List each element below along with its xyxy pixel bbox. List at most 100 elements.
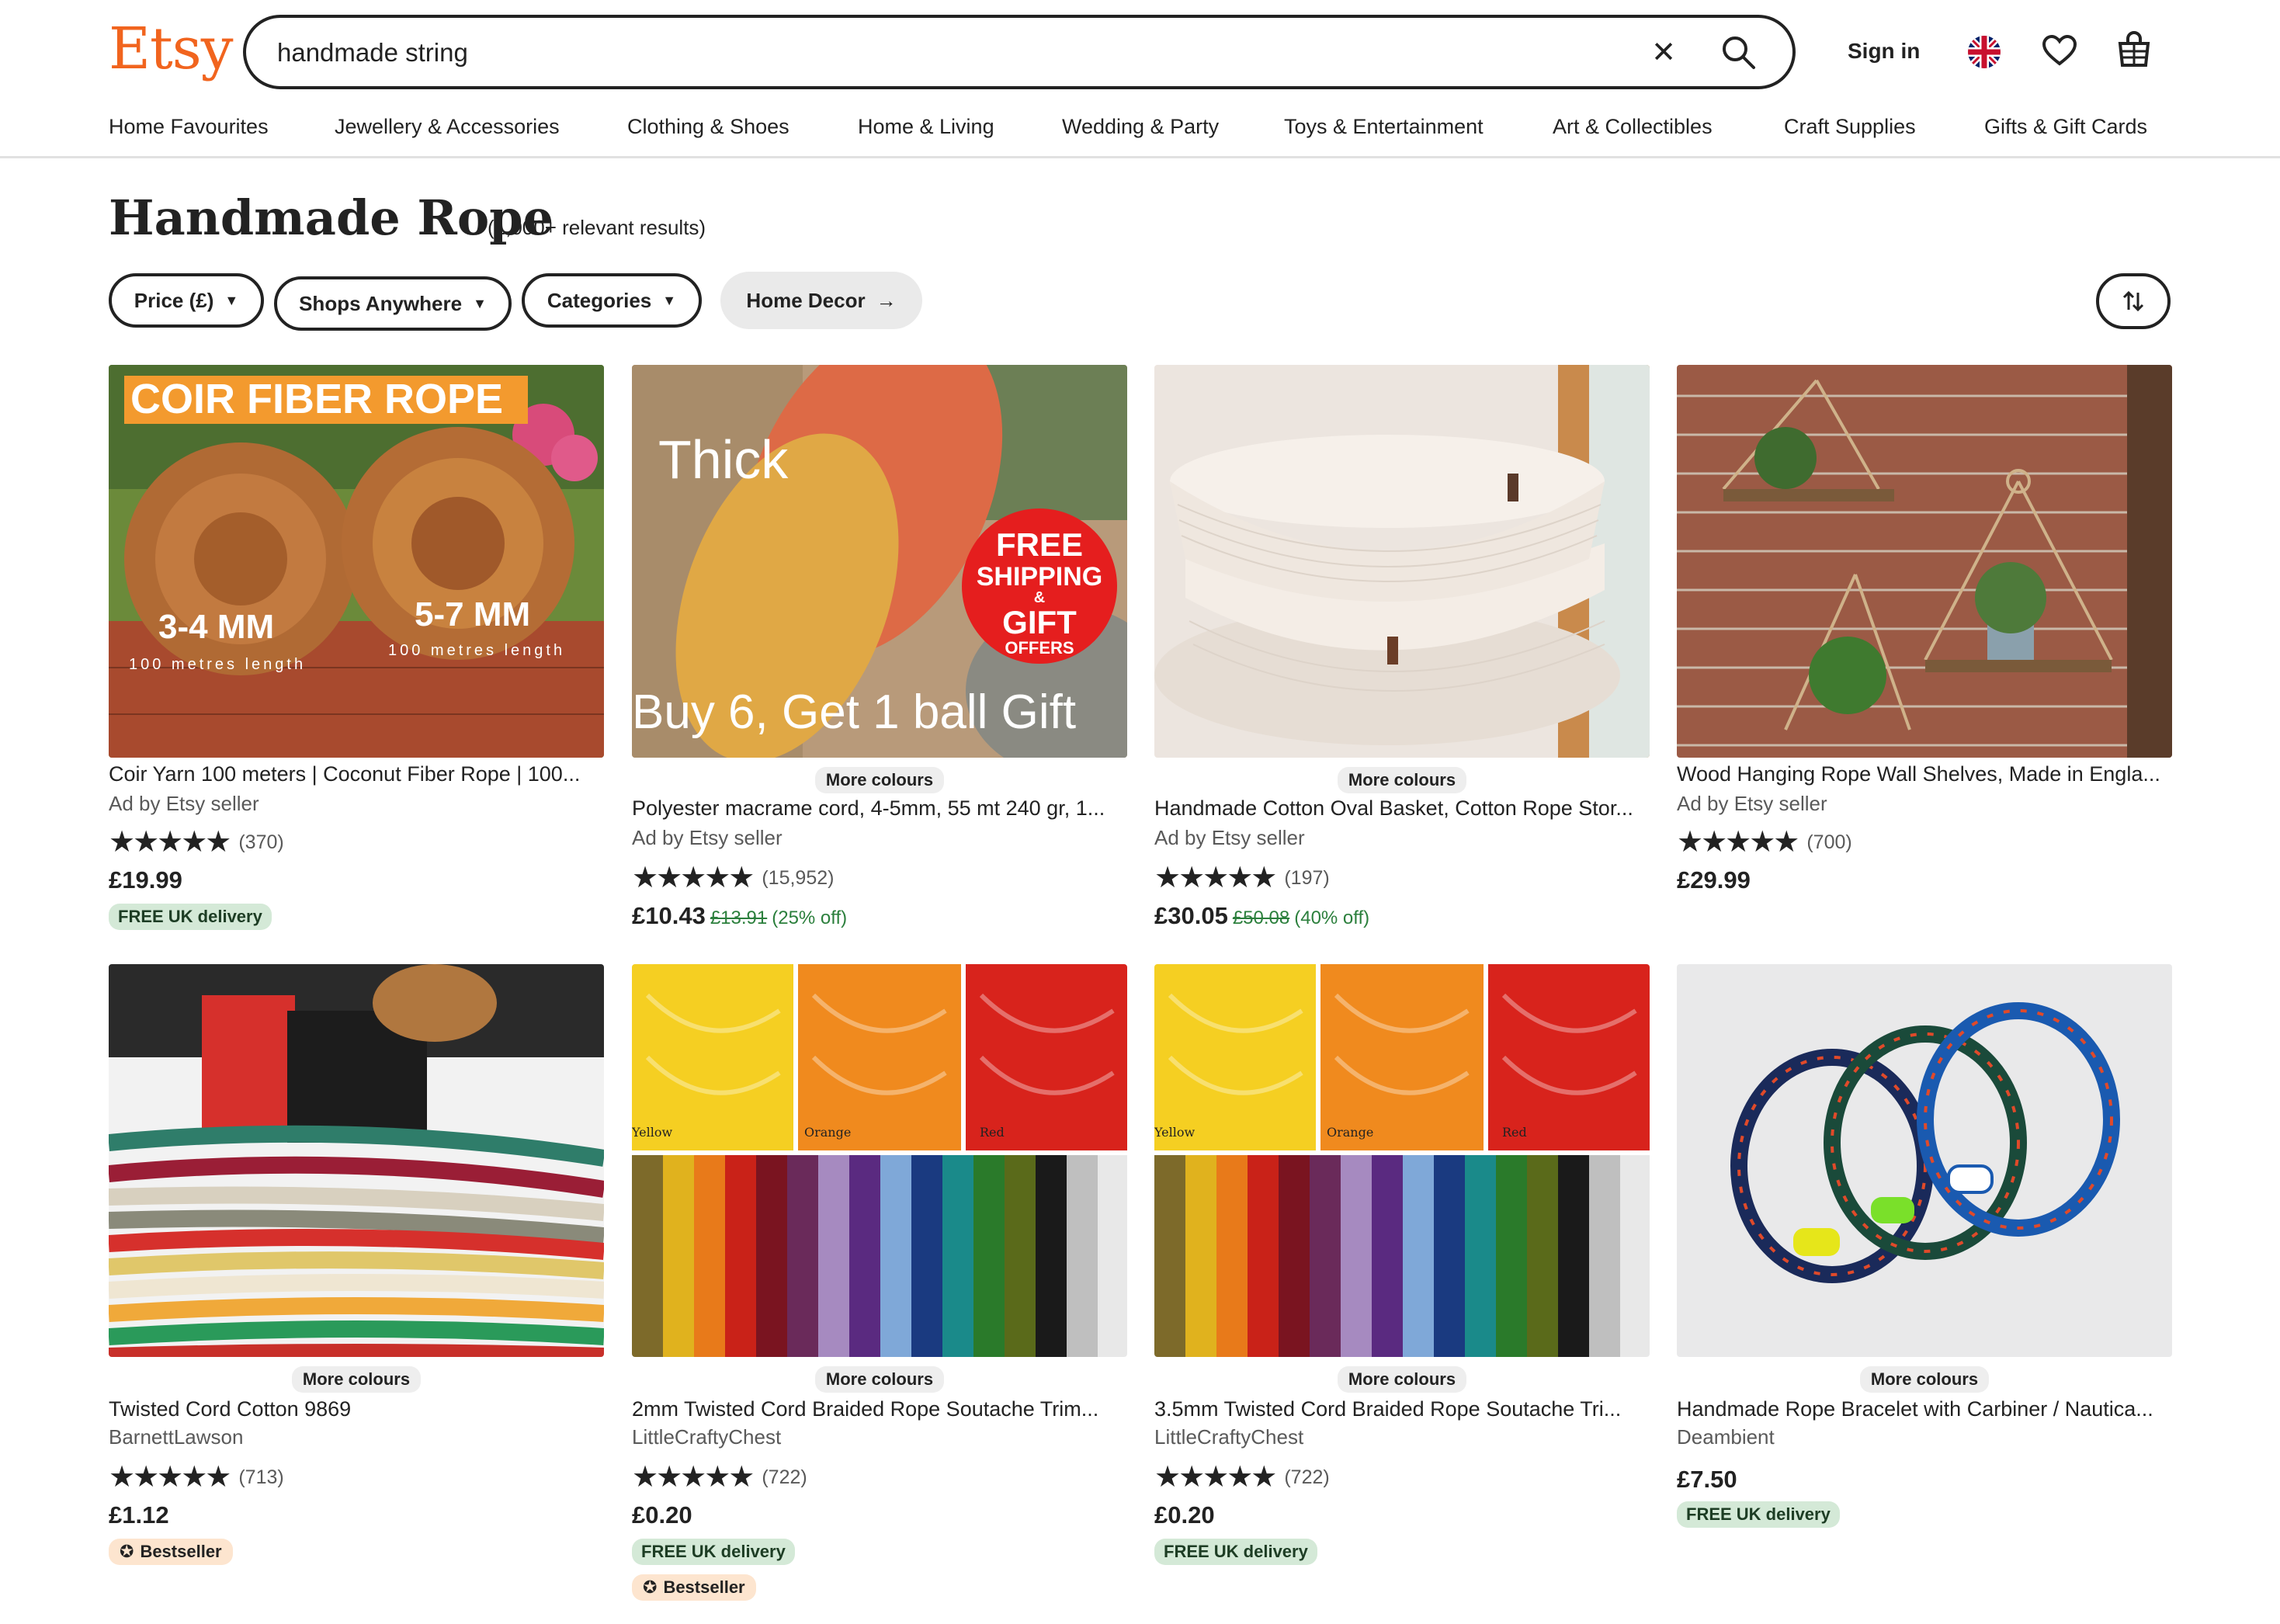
seller-name: Ad by Etsy seller bbox=[109, 792, 259, 815]
more-colours-tag: More colours bbox=[109, 1366, 604, 1393]
review-count: (722) bbox=[1284, 1466, 1330, 1488]
seller-name: Ad by Etsy seller bbox=[1154, 826, 1305, 849]
nav-craft-supplies[interactable]: Craft Supplies bbox=[1784, 115, 1916, 139]
award-icon: ✪ bbox=[120, 1542, 134, 1561]
rating: ★★★★★ (722) bbox=[1154, 1463, 1330, 1492]
nav-toys[interactable]: Toys & Entertainment bbox=[1284, 115, 1484, 139]
basket-icon[interactable] bbox=[2117, 31, 2151, 68]
product-title[interactable]: Handmade Cotton Oval Basket, Cotton Rope… bbox=[1154, 796, 1650, 821]
product-image[interactable] bbox=[1677, 365, 2172, 758]
search-bar[interactable]: handmade string ✕ bbox=[243, 15, 1796, 89]
product-title[interactable]: Polyester macrame cord, 4-5mm, 55 mt 240… bbox=[632, 796, 1127, 821]
price: £0.20 bbox=[632, 1501, 692, 1529]
svg-text:Orange: Orange bbox=[804, 1125, 851, 1140]
uk-flag-icon[interactable] bbox=[1968, 36, 2001, 68]
more-colours-tag: More colours bbox=[1154, 1366, 1650, 1393]
seller-name: Ad by Etsy seller bbox=[1677, 792, 1827, 815]
svg-text:100 metres length: 100 metres length bbox=[129, 656, 306, 673]
shops-filter-label: Shops Anywhere bbox=[299, 291, 463, 315]
arrow-right-icon: → bbox=[876, 288, 897, 312]
nav-home-favourites[interactable]: Home Favourites bbox=[109, 115, 269, 139]
price: £7.50 bbox=[1677, 1466, 1737, 1493]
more-colours-tag: More colours bbox=[632, 1366, 1127, 1393]
results-count: (1,000+ relevant results) bbox=[488, 216, 706, 239]
image-banner-text: COIR FIBER ROPE bbox=[130, 376, 503, 422]
product-image[interactable]: Thick FREE SHIPPING & GIFT OFFERS Buy 6,… bbox=[632, 365, 1127, 758]
categories-filter-button[interactable]: Categories ▼ bbox=[522, 273, 702, 328]
product-image[interactable]: Yellow Orange Red bbox=[1154, 964, 1650, 1357]
etsy-logo[interactable]: Etsy bbox=[109, 16, 234, 82]
seller-name: LittleCraftyChest bbox=[1154, 1425, 1304, 1449]
more-colours-tag: More colours bbox=[1154, 767, 1650, 793]
product-title[interactable]: Twisted Cord Cotton 9869 bbox=[109, 1397, 604, 1421]
rating: ★★★★★ (197) bbox=[1154, 863, 1330, 893]
star-rating-icon: ★★★★★ bbox=[1154, 862, 1277, 894]
star-rating-icon: ★★★★★ bbox=[1677, 826, 1799, 859]
svg-text:Orange: Orange bbox=[1327, 1125, 1373, 1140]
svg-text:Yellow: Yellow bbox=[1154, 1125, 1196, 1140]
search-input[interactable]: handmade string bbox=[277, 38, 468, 68]
sort-arrows-icon bbox=[2122, 290, 2144, 312]
svg-text:FREE: FREE bbox=[996, 526, 1083, 563]
product-image[interactable] bbox=[109, 964, 604, 1357]
nav-jewellery[interactable]: Jewellery & Accessories bbox=[335, 115, 560, 139]
more-colours-tag: More colours bbox=[632, 767, 1127, 793]
product-title[interactable]: Wood Hanging Rope Wall Shelves, Made in … bbox=[1677, 762, 2172, 786]
caret-down-icon: ▼ bbox=[473, 295, 487, 311]
review-count: (713) bbox=[238, 1466, 284, 1488]
nav-wedding[interactable]: Wedding & Party bbox=[1062, 115, 1219, 139]
sort-button[interactable] bbox=[2096, 273, 2171, 329]
search-icon[interactable] bbox=[1720, 33, 1758, 72]
free-delivery-badge: FREE UK delivery bbox=[1677, 1501, 1840, 1528]
seller-name: Ad by Etsy seller bbox=[632, 826, 783, 849]
rating: ★★★★★ (370) bbox=[109, 828, 284, 857]
clear-search-icon[interactable]: ✕ bbox=[1651, 38, 1676, 68]
favourites-heart-icon[interactable] bbox=[2042, 34, 2077, 67]
product-image[interactable]: Yellow Orange Red bbox=[632, 964, 1127, 1357]
shops-filter-button[interactable]: Shops Anywhere ▼ bbox=[274, 276, 512, 331]
product-image[interactable] bbox=[1677, 964, 2172, 1357]
product-title[interactable]: 2mm Twisted Cord Braided Rope Soutache T… bbox=[632, 1397, 1127, 1421]
nav-art[interactable]: Art & Collectibles bbox=[1553, 115, 1713, 139]
svg-text:100 metres length: 100 metres length bbox=[388, 642, 565, 659]
sign-in-link[interactable]: Sign in bbox=[1848, 39, 1920, 64]
svg-text:Thick: Thick bbox=[658, 429, 789, 490]
seller-name: BarnettLawson bbox=[109, 1425, 244, 1449]
svg-text:Buy 6, Get 1 ball Gift: Buy 6, Get 1 ball Gift bbox=[632, 685, 1076, 739]
product-image[interactable] bbox=[1154, 365, 1650, 758]
free-delivery-badge: FREE UK delivery bbox=[632, 1539, 795, 1565]
seller-name: Deambient bbox=[1677, 1425, 1775, 1449]
price-filter-label: Price (£) bbox=[134, 288, 214, 312]
rating: ★★★★★ (700) bbox=[1677, 828, 1852, 857]
svg-text:Red: Red bbox=[980, 1125, 1005, 1140]
nav-gifts[interactable]: Gifts & Gift Cards bbox=[1984, 115, 2147, 139]
nav-clothing[interactable]: Clothing & Shoes bbox=[627, 115, 789, 139]
category-nav: Home Favourites Jewellery & Accessories … bbox=[0, 115, 2280, 146]
home-decor-label: Home Decor bbox=[746, 288, 866, 312]
free-delivery-badge: FREE UK delivery bbox=[109, 904, 272, 930]
price-filter-button[interactable]: Price (£) ▼ bbox=[109, 273, 264, 328]
bestseller-badge: ✪ Bestseller bbox=[632, 1574, 756, 1601]
product-title[interactable]: Coir Yarn 100 meters | Coconut Fiber Rop… bbox=[109, 762, 604, 786]
seller-name: LittleCraftyChest bbox=[632, 1425, 782, 1449]
svg-text:Red: Red bbox=[1502, 1125, 1527, 1140]
svg-text:GIFT: GIFT bbox=[1002, 604, 1077, 640]
svg-text:Yellow: Yellow bbox=[632, 1125, 673, 1140]
caret-down-icon: ▼ bbox=[662, 292, 677, 308]
product-title[interactable]: 3.5mm Twisted Cord Braided Rope Soutache… bbox=[1154, 1397, 1650, 1421]
review-count: (197) bbox=[1284, 866, 1330, 889]
nav-home-living[interactable]: Home & Living bbox=[858, 115, 994, 139]
price: £19.99 bbox=[109, 866, 182, 894]
svg-text:3-4 MM: 3-4 MM bbox=[158, 608, 274, 646]
original-price: £13.91 bbox=[710, 907, 768, 928]
home-decor-chip[interactable]: Home Decor → bbox=[720, 272, 922, 329]
star-rating-icon: ★★★★★ bbox=[1154, 1461, 1277, 1494]
star-rating-icon: ★★★★★ bbox=[109, 1461, 231, 1494]
price: £29.99 bbox=[1677, 866, 1751, 894]
product-image[interactable]: COIR FIBER ROPE 3-4 MM 100 metres length… bbox=[109, 365, 604, 758]
svg-text:5-7 MM: 5-7 MM bbox=[415, 595, 530, 633]
svg-text:SHIPPING: SHIPPING bbox=[977, 562, 1102, 592]
product-title[interactable]: Handmade Rope Bracelet with Carbiner / N… bbox=[1677, 1397, 2172, 1421]
review-count: (722) bbox=[762, 1466, 807, 1488]
review-count: (15,952) bbox=[762, 866, 835, 889]
